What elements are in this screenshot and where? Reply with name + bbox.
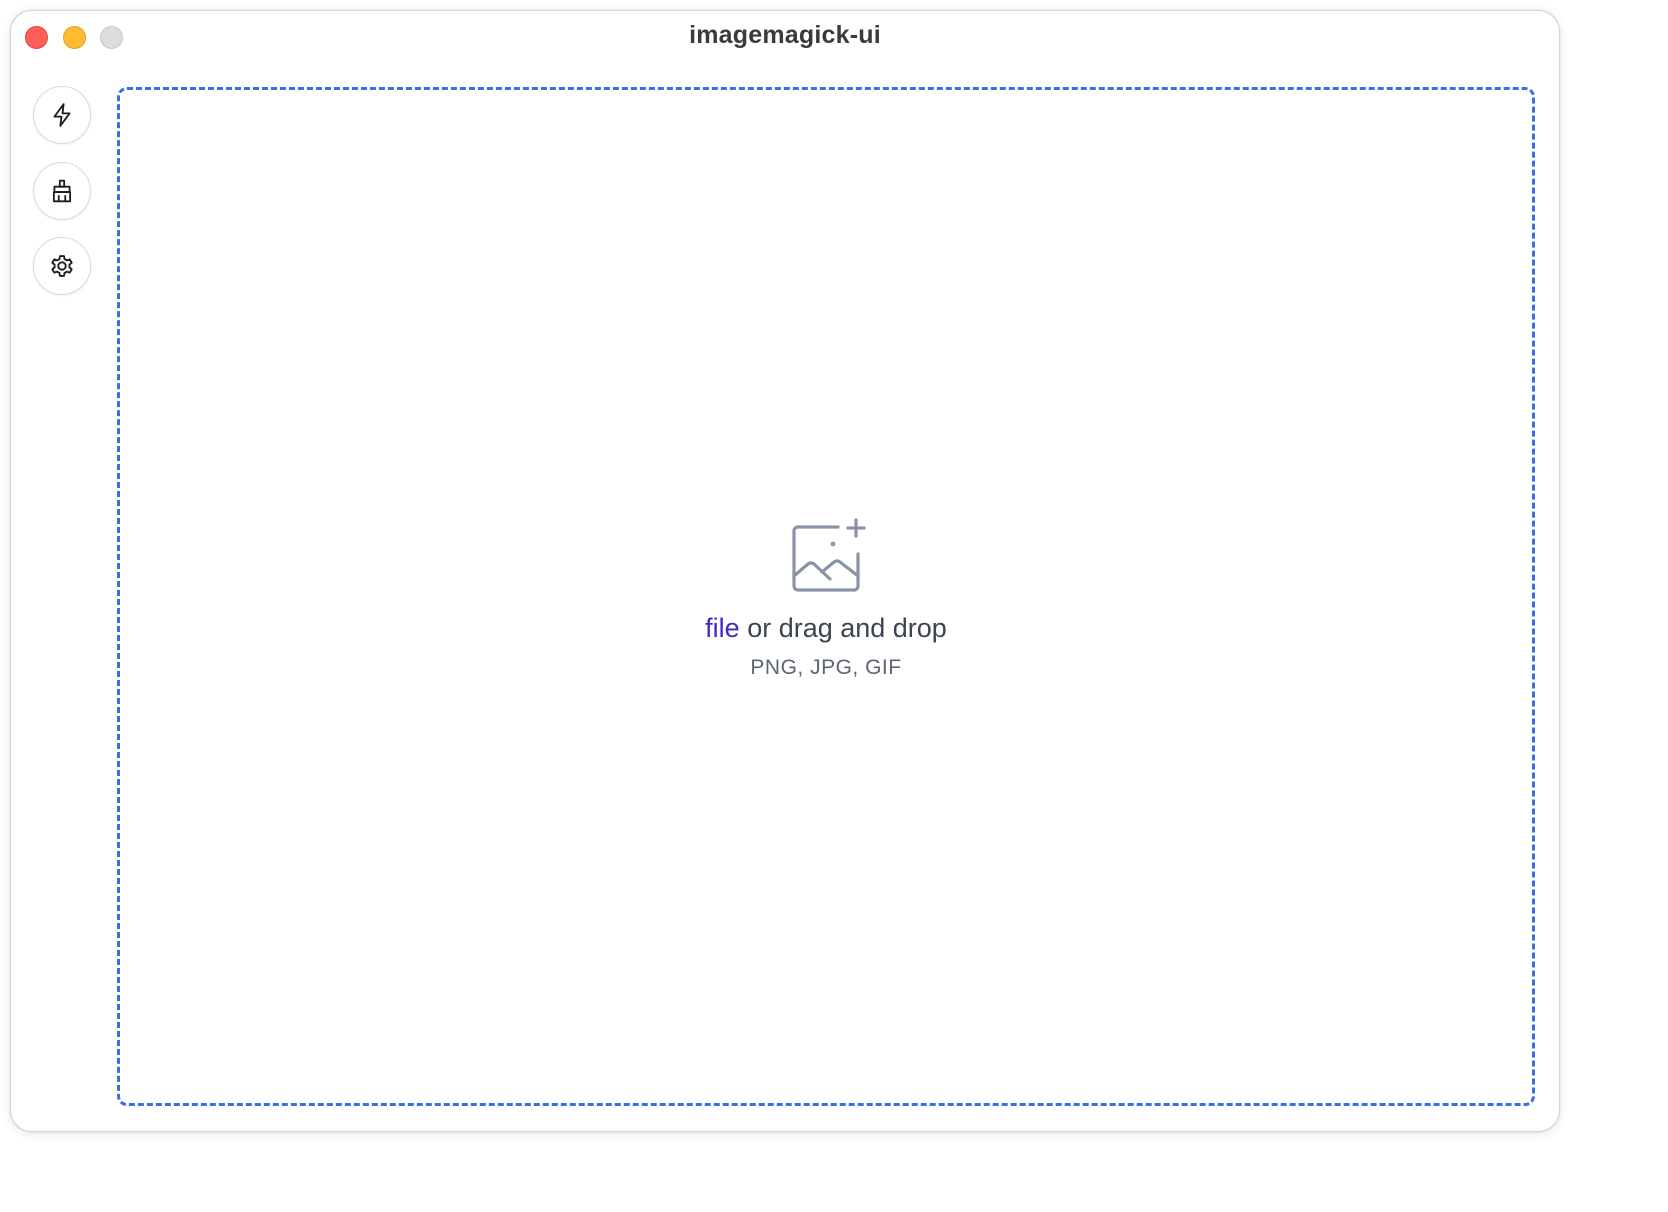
gear-icon [51, 255, 73, 277]
drop-prompt-text: or drag and drop [739, 613, 947, 643]
file-dropzone[interactable]: file or drag and drop PNG, JPG, GIF [117, 87, 1535, 1106]
clean-button[interactable] [33, 162, 91, 220]
choose-file-link[interactable]: file [705, 613, 740, 643]
drop-prompt: file or drag and drop [120, 610, 1532, 646]
app-window: imagemagick-ui file or drag and drop PNG… [10, 10, 1560, 1132]
lightning-bolt-icon [53, 103, 71, 127]
settings-button[interactable] [33, 237, 91, 295]
dropzone-content: file or drag and drop PNG, JPG, GIF [120, 514, 1532, 680]
window-title: imagemagick-ui [689, 21, 881, 49]
desktop: imagemagick-ui file or drag and drop PNG… [0, 0, 1668, 1212]
broom-icon [52, 179, 72, 203]
title-bar: imagemagick-ui [11, 11, 1559, 63]
supported-formats: PNG, JPG, GIF [750, 656, 902, 679]
image-add-icon [792, 518, 866, 592]
quick-action-button[interactable] [33, 86, 91, 144]
